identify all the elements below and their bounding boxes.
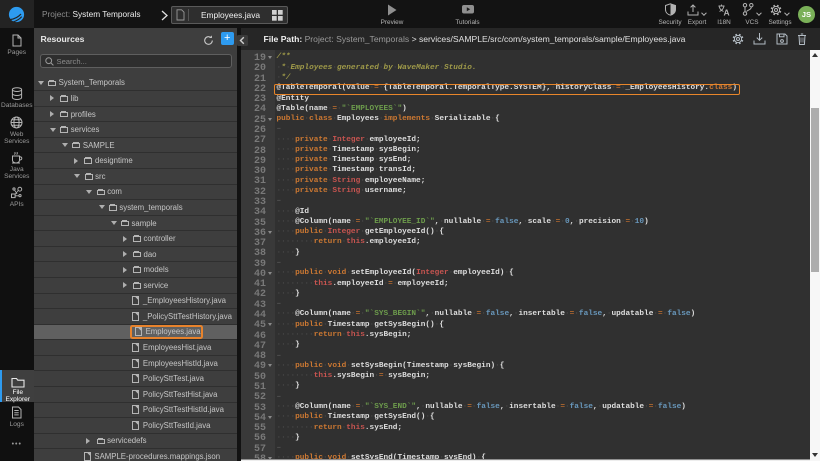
svg-text:A: A: [723, 7, 729, 16]
